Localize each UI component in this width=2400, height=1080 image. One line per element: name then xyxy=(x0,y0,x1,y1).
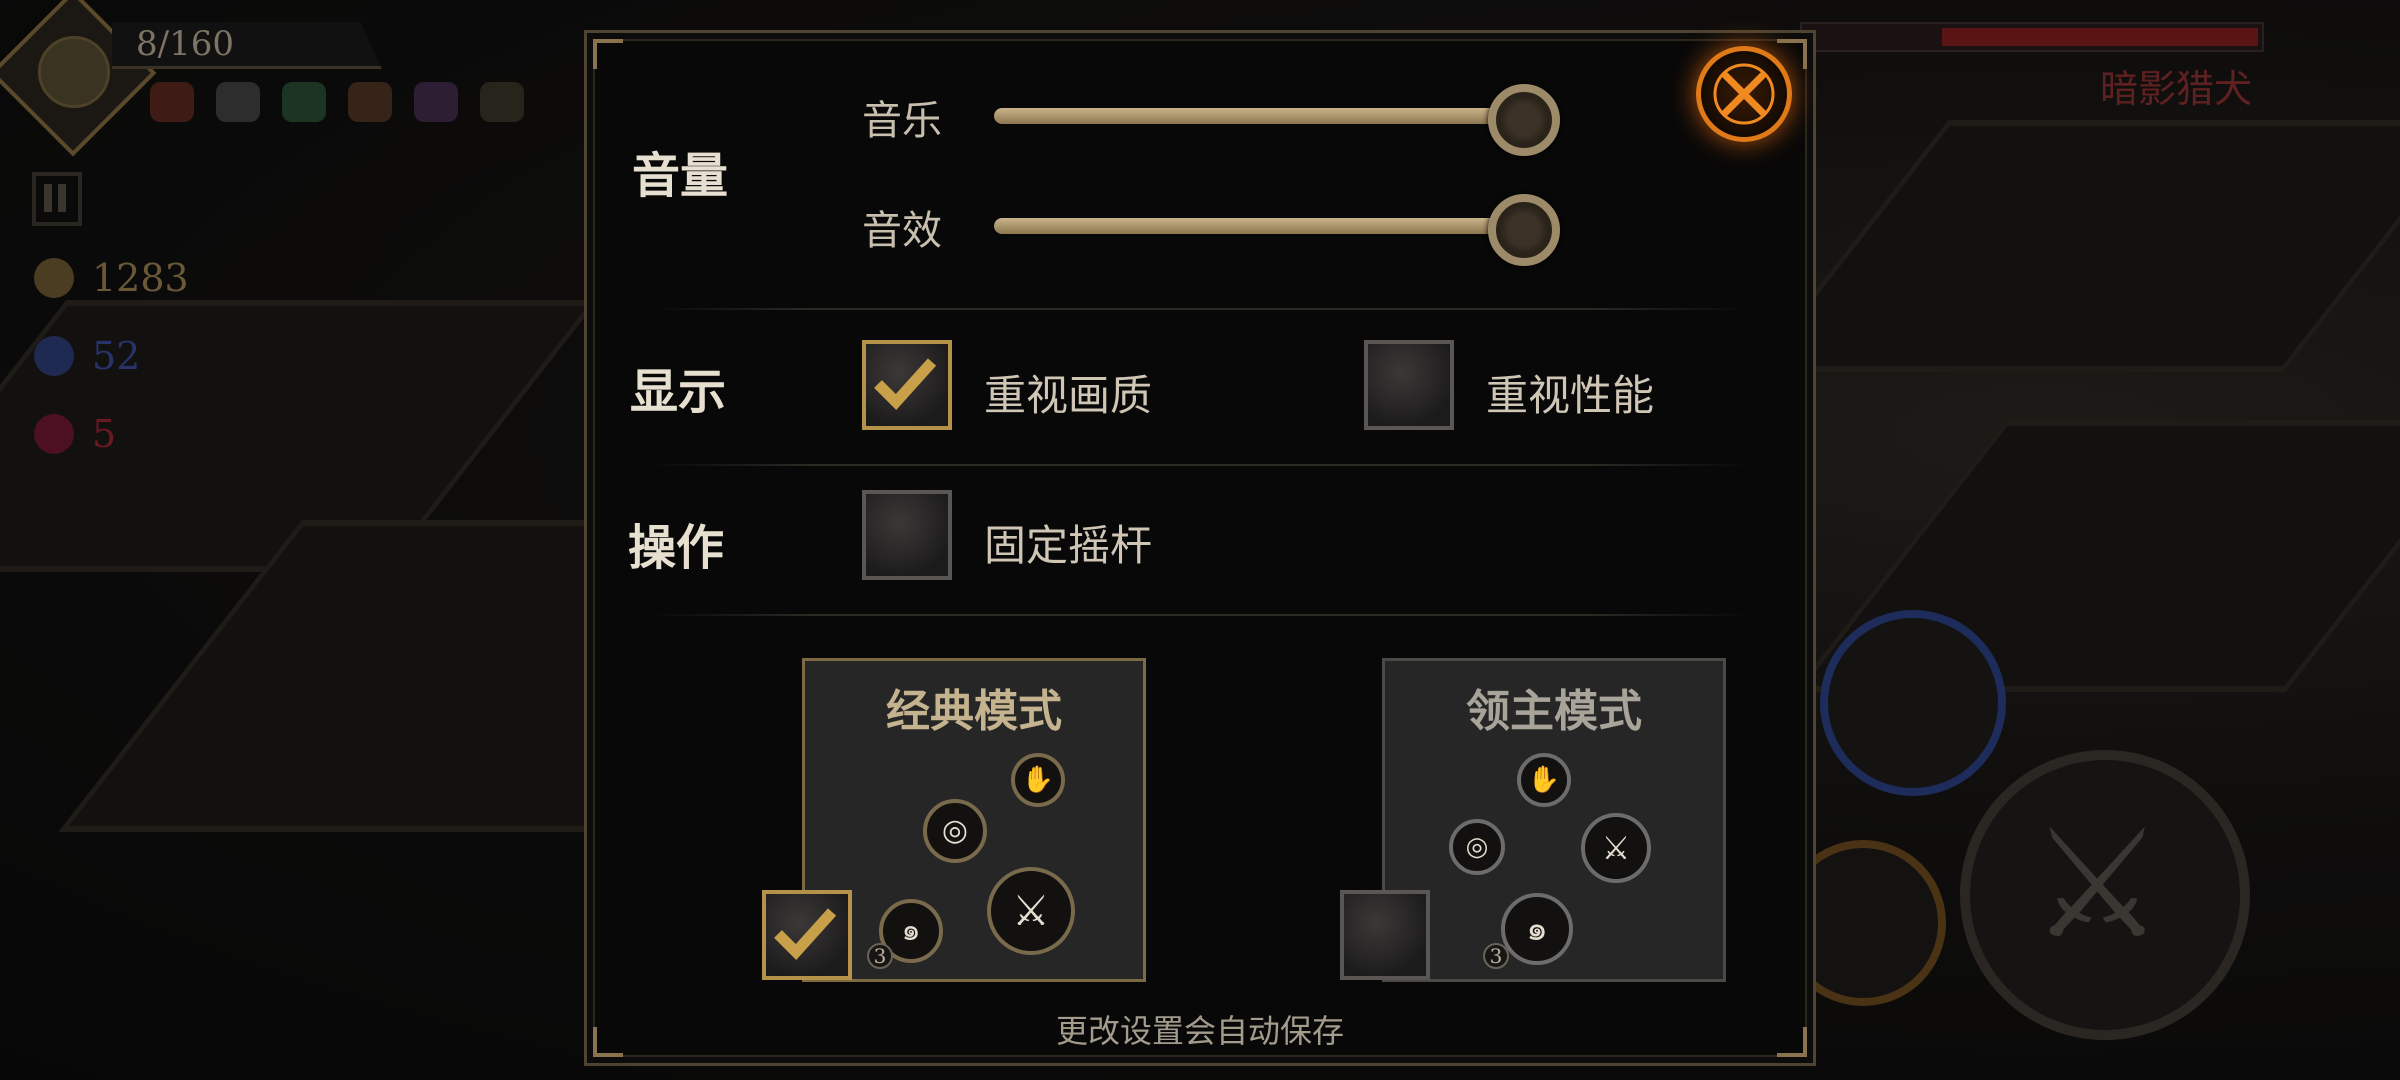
classic-mode-title: 经典模式 xyxy=(886,686,1062,737)
skill-charge-count: 3 xyxy=(867,943,893,969)
floor-tile xyxy=(1751,120,2400,372)
autosave-note: 更改设置会自动保存 xyxy=(1055,1012,1344,1050)
gold-counter: 1283 xyxy=(34,256,189,300)
lord-mode-checkbox[interactable] xyxy=(1340,890,1430,980)
swirl-skill-icon: ◎ xyxy=(923,799,987,863)
blue-gem-icon xyxy=(34,336,74,376)
sword-icon: ⚔ xyxy=(2030,798,2165,972)
display-section-label: 显示 xyxy=(630,364,727,420)
ring-icon[interactable] xyxy=(480,82,524,122)
skill-cooldown-button[interactable] xyxy=(1820,610,2006,796)
sfx-label: 音效 xyxy=(862,208,942,254)
sword-skill-icon: ⚔ xyxy=(1581,813,1651,883)
enemy-health-bar xyxy=(1800,22,2264,52)
fixed-joystick-checkbox[interactable] xyxy=(862,490,952,580)
wind-skill-icon: ๑ xyxy=(1501,893,1573,965)
potion-icon[interactable] xyxy=(414,82,458,122)
hand-skill-icon: ✋ xyxy=(1517,753,1571,807)
gem-counter: 52 xyxy=(34,334,140,378)
swirl-skill-icon: ◎ xyxy=(1449,819,1505,875)
performance-checkbox[interactable] xyxy=(1364,340,1454,430)
lord-mode-card[interactable]: 领主模式 ✋ ◎ ⚔ ๑ 3 xyxy=(1382,658,1726,982)
bird-icon[interactable] xyxy=(150,82,194,122)
quick-item-bar xyxy=(150,82,524,122)
checkmark-icon xyxy=(774,908,837,960)
level-readout: 8/160 xyxy=(136,24,234,64)
frame-corner xyxy=(593,39,623,69)
fixed-joystick-label: 固定摇杆 xyxy=(984,521,1153,570)
controls-section-label: 操作 xyxy=(628,520,725,576)
checkmark-icon xyxy=(874,358,937,410)
divider xyxy=(650,308,1750,310)
music-slider-knob[interactable] xyxy=(1488,84,1560,156)
close-icon xyxy=(1713,63,1775,125)
attack-button[interactable]: ⚔ xyxy=(1960,750,2250,1040)
plant-icon[interactable] xyxy=(282,82,326,122)
sfx-slider-knob[interactable] xyxy=(1488,194,1560,266)
quality-label: 重视画质 xyxy=(984,371,1153,420)
volume-section-label: 音量 xyxy=(632,148,729,204)
red-gem-icon xyxy=(34,414,74,454)
performance-label: 重视性能 xyxy=(1486,371,1655,420)
sword-skill-icon: ⚔ xyxy=(987,867,1075,955)
pause-button[interactable] xyxy=(32,172,82,226)
enemy-name: 暗影猎犬 xyxy=(2100,67,2253,111)
quality-checkbox[interactable] xyxy=(862,340,952,430)
lord-mode-title: 领主模式 xyxy=(1466,686,1642,737)
enemy-health-fill xyxy=(1941,28,2258,46)
classic-mode-card[interactable]: 经典模式 ✋ ◎ ⚔ ๑ 3 xyxy=(802,658,1146,982)
sfx-slider-track[interactable] xyxy=(994,218,1524,234)
skill-charge-count: 3 xyxy=(1483,943,1509,969)
divider xyxy=(650,614,1750,616)
red-gem-counter: 5 xyxy=(34,412,116,456)
music-slider-track[interactable] xyxy=(994,108,1524,124)
close-button[interactable] xyxy=(1696,46,1792,142)
armor-icon[interactable] xyxy=(216,82,260,122)
helmet-icon xyxy=(38,36,110,108)
divider xyxy=(650,464,1750,466)
boots-icon[interactable] xyxy=(348,82,392,122)
music-label: 音乐 xyxy=(862,98,942,144)
classic-mode-checkbox[interactable] xyxy=(762,890,852,980)
pause-icon xyxy=(44,184,52,212)
hand-skill-icon: ✋ xyxy=(1011,753,1065,807)
coin-icon xyxy=(34,258,74,298)
